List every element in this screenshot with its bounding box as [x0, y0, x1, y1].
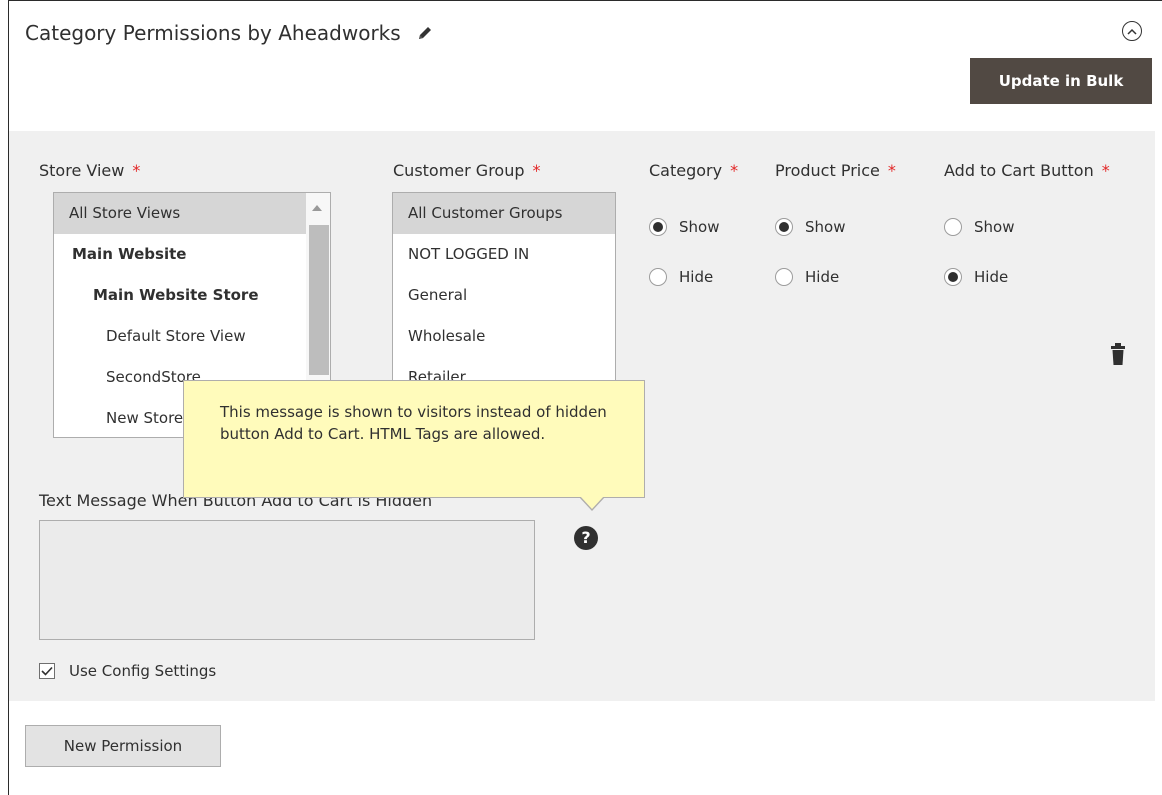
product-price-label-text: Product Price — [775, 161, 880, 180]
category-label-text: Category — [649, 161, 723, 180]
required-mark: * — [132, 161, 141, 180]
customer-group-option[interactable]: All Customer Groups — [393, 193, 615, 234]
update-in-bulk-button[interactable]: Update in Bulk — [970, 58, 1152, 104]
category-hide-option[interactable]: Hide — [649, 268, 713, 286]
store-view-label-text: Store View — [39, 161, 125, 180]
chevron-up-circle-icon[interactable] — [1122, 21, 1142, 41]
category-hide-label: Hide — [679, 268, 714, 286]
section-title: Category Permissions by Aheadworks — [25, 21, 401, 45]
required-mark: * — [532, 161, 541, 180]
product-price-hide-option[interactable]: Hide — [775, 268, 839, 286]
product-price-show-label: Show — [805, 218, 846, 236]
use-config-label: Use Config Settings — [69, 662, 217, 680]
permissions-section: Category Permissions by Aheadworks Updat… — [8, 0, 1162, 795]
add-to-cart-show-option[interactable]: Show — [944, 218, 1014, 236]
customer-group-label-text: Customer Group — [393, 161, 525, 180]
new-permission-button[interactable]: New Permission — [25, 725, 221, 767]
store-view-option[interactable]: Main Website — [54, 234, 330, 275]
customer-group-label: Customer Group * — [393, 161, 541, 180]
required-mark: * — [887, 161, 896, 180]
add-to-cart-show-radio[interactable] — [944, 218, 962, 236]
add-to-cart-hide-option[interactable]: Hide — [944, 268, 1008, 286]
category-show-option[interactable]: Show — [649, 218, 719, 236]
add-to-cart-hide-label: Hide — [974, 268, 1009, 286]
scroll-thumb[interactable] — [309, 225, 329, 375]
product-price-hide-label: Hide — [805, 268, 840, 286]
category-show-label: Show — [679, 218, 720, 236]
use-config-checkbox[interactable] — [39, 663, 55, 679]
category-hide-radio[interactable] — [649, 268, 667, 286]
store-view-option[interactable]: Main Website Store — [54, 275, 330, 316]
checkmark-icon — [41, 666, 53, 676]
trash-icon[interactable] — [1110, 343, 1126, 365]
product-price-show-option[interactable]: Show — [775, 218, 845, 236]
customer-group-option[interactable]: General — [393, 275, 615, 316]
product-price-show-radio[interactable] — [775, 218, 793, 236]
required-mark: * — [1101, 161, 1110, 180]
customer-group-listbox[interactable]: All Customer Groups NOT LOGGED IN Genera… — [392, 192, 616, 392]
use-config-settings-option[interactable]: Use Config Settings — [39, 662, 216, 680]
add-to-cart-hide-radio[interactable] — [944, 268, 962, 286]
customer-group-option[interactable]: Wholesale — [393, 316, 615, 357]
category-label: Category * — [649, 161, 738, 180]
add-to-cart-label: Add to Cart Button * — [944, 161, 1110, 180]
product-price-label: Product Price * — [775, 161, 896, 180]
product-price-hide-radio[interactable] — [775, 268, 793, 286]
text-message-textarea[interactable] — [39, 520, 535, 640]
customer-group-option[interactable]: NOT LOGGED IN — [393, 234, 615, 275]
store-view-label: Store View * — [39, 161, 140, 180]
question-mark-icon[interactable]: ? — [574, 526, 598, 550]
required-mark: * — [730, 161, 739, 180]
help-tooltip: This message is shown to visitors instea… — [183, 380, 645, 511]
store-view-option[interactable]: All Store Views — [54, 193, 306, 234]
add-to-cart-show-label: Show — [974, 218, 1015, 236]
section-header: Category Permissions by Aheadworks — [25, 21, 435, 45]
pencil-icon[interactable] — [415, 23, 435, 43]
category-show-radio[interactable] — [649, 218, 667, 236]
add-to-cart-label-text: Add to Cart Button — [944, 161, 1094, 180]
store-view-option[interactable]: Default Store View — [54, 316, 330, 357]
scroll-up-arrow-icon[interactable] — [312, 205, 322, 211]
